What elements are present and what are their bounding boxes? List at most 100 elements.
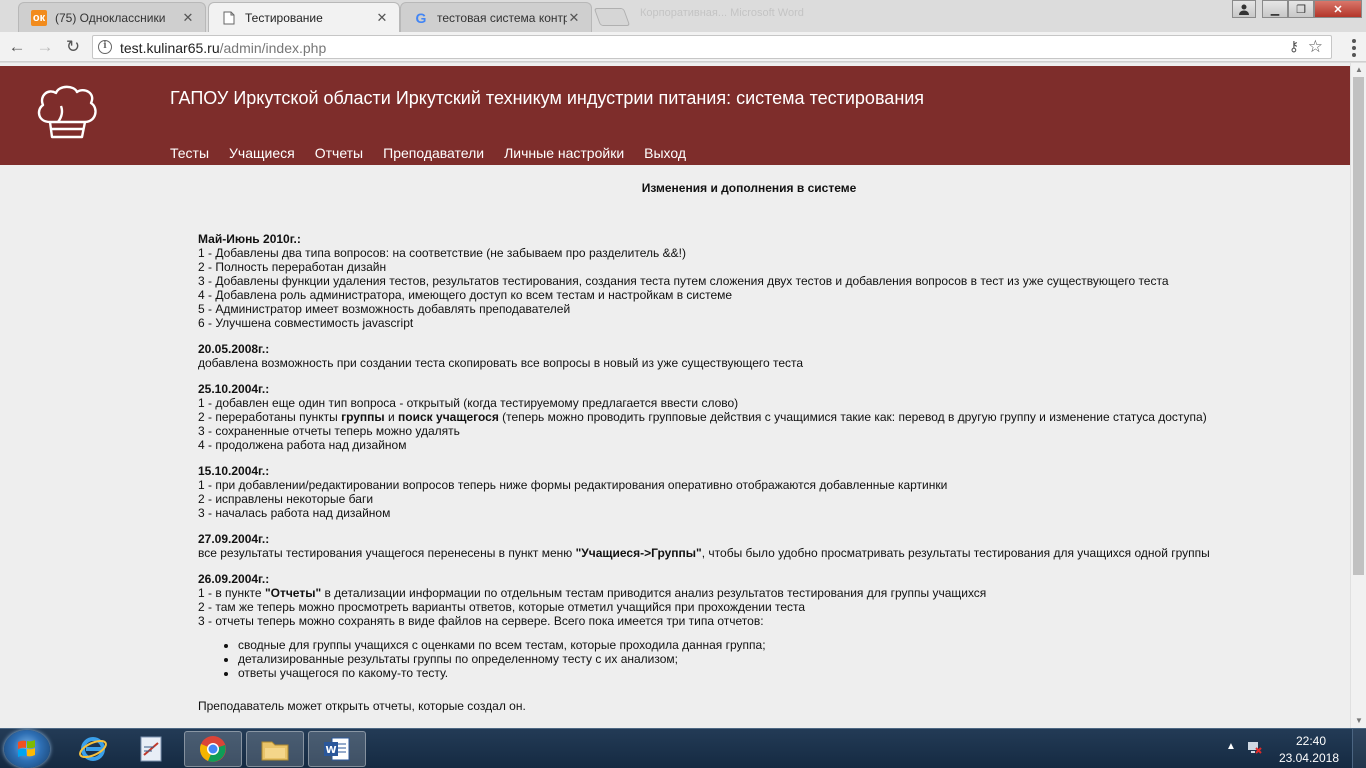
text-fragment: 1 - в пункте — [198, 586, 265, 600]
address-bar[interactable]: i test.kulinar65.ru/admin/index.php ⚷ ☆ — [92, 35, 1332, 59]
close-tab-icon[interactable]: ✕ — [181, 10, 195, 26]
key-icon[interactable]: ⚷ — [1289, 38, 1299, 55]
bookmark-star-icon[interactable]: ☆ — [1308, 37, 1323, 57]
word-icon[interactable]: W — [308, 731, 366, 767]
bold-fragment: "Учащиеся->Группы" — [575, 546, 702, 560]
entry-line: 1 - в пункте "Отчеты" в детализации инфо… — [198, 586, 1328, 600]
text-fragment: (теперь можно проводить групповые действ… — [498, 410, 1207, 424]
url-host: test.kulinar65.ru — [120, 40, 220, 56]
report-types-list: сводные для группы учащихся с оценками п… — [238, 638, 1328, 680]
entry-line: 3 - отчеты теперь можно сохранять в виде… — [198, 614, 764, 628]
odnoklassniki-icon: ок — [31, 9, 47, 26]
tab-title: (75) Одноклассники — [55, 10, 166, 25]
page-icon — [221, 10, 237, 26]
scroll-up-arrow-icon[interactable]: ▲ — [1351, 63, 1366, 77]
entry-line: все результаты тестирования учащегося пе… — [198, 546, 1328, 560]
page-title: Изменения и дополнения в системе — [641, 181, 857, 195]
entry-date: 20.05.2008г.: — [198, 342, 270, 356]
restore-button[interactable]: ❐ — [1288, 0, 1314, 18]
close-tab-icon[interactable]: ✕ — [375, 10, 389, 26]
bold-fragment: поиск учащегося — [398, 410, 499, 424]
nav-tests[interactable]: Тесты — [170, 145, 209, 161]
entry-line: 1 - при добавлении/редактировании вопрос… — [198, 478, 948, 492]
ghost-window-title: Корпоративная... Microsoft Word — [640, 7, 804, 19]
clock-date[interactable]: 23.04.2018 — [1279, 751, 1339, 765]
entry-line: 2 - исправлены некоторые баги — [198, 492, 374, 506]
entry-line: 5 - Администратор имеет возможность доба… — [198, 302, 571, 316]
tray-expand-icon[interactable]: ▲ — [1226, 741, 1236, 752]
changelog-entry: 20.05.2008г.: добавлена возможность при с… — [198, 342, 1328, 370]
browser-toolbar: ← → ↻ i test.kulinar65.ru/admin/index.ph… — [0, 32, 1366, 62]
internet-explorer-icon[interactable] — [64, 731, 122, 767]
entry-line: 4 - продолжена работа над дизайном — [198, 438, 407, 452]
page-scrollbar[interactable]: ▲ ▼ — [1350, 63, 1366, 728]
changelog-entry: 15.10.2004г.: 1 - при добавлении/редактир… — [198, 464, 1328, 520]
file-explorer-icon[interactable] — [246, 731, 304, 767]
entry-line: 2 - Полность переработан дизайн — [198, 260, 387, 274]
google-icon: G — [415, 9, 427, 26]
system-tray: ▲ 22:40 23.04.2018 — [1226, 729, 1366, 768]
text-fragment: и — [384, 410, 399, 424]
entry-line: 2 - переработаны пункты группы и поиск у… — [198, 410, 1328, 424]
list-item: сводные для группы учащихся с оценками п… — [238, 638, 1328, 652]
site-nav: Тесты Учащиеся Отчеты Преподаватели Личн… — [170, 145, 686, 161]
new-tab-button[interactable] — [593, 8, 631, 26]
browser-tab-strip: ок (75) Одноклассники ✕ Тестирование ✕ G… — [0, 0, 1366, 32]
svg-text:W: W — [325, 745, 336, 756]
changelog-entry: 26.09.2004г.: 1 - в пункте "Отчеты" в дет… — [198, 572, 1328, 680]
tab-title: Тестирование — [245, 10, 323, 25]
back-arrow-icon[interactable]: ← — [6, 36, 28, 58]
user-icon[interactable] — [1232, 0, 1256, 18]
entry-date: 26.09.2004г.: — [198, 572, 270, 586]
app-document-icon[interactable] — [122, 731, 180, 767]
nav-personal-settings[interactable]: Личные настройки — [504, 145, 624, 161]
changelog-entry: 25.10.2004г.: 1 - добавлен еще один тип в… — [198, 382, 1328, 452]
clock-time[interactable]: 22:40 — [1296, 734, 1326, 748]
tab-testirovanie[interactable]: Тестирование ✕ — [208, 2, 400, 32]
show-desktop-button[interactable] — [1352, 729, 1366, 768]
scrollbar-thumb[interactable] — [1353, 77, 1364, 575]
entry-line: добавлена возможность при создании теста… — [198, 356, 804, 370]
tab-odnoklassniki[interactable]: ок (75) Одноклассники ✕ — [18, 2, 206, 32]
changelog-entry: 27.09.2004г.: все результаты тестирования… — [198, 532, 1328, 560]
windows-start-button[interactable] — [4, 730, 50, 768]
reload-icon[interactable]: ↻ — [62, 36, 84, 58]
browser-menu-icon[interactable] — [1352, 39, 1356, 57]
entry-line: 1 - Добавлены два типа вопросов: на соот… — [198, 246, 686, 260]
changelog-content: Изменения и дополнения в системе Май-Июн… — [198, 181, 1328, 713]
changelog-entry: Май-Июнь 2010г.: 1 - Добавлены два типа в… — [198, 232, 1328, 330]
site-header: ГАПОУ Иркутской области Иркутский техник… — [0, 66, 1350, 165]
text-fragment: в детализации информации по отдельным те… — [321, 586, 987, 600]
address-url: test.kulinar65.ru/admin/index.php — [120, 40, 326, 56]
entry-line: 3 - Добавлены функции удаления тестов, р… — [198, 274, 1169, 288]
chrome-icon[interactable] — [184, 731, 242, 767]
minimize-button[interactable]: ▁ — [1262, 0, 1288, 18]
text-fragment: все результаты тестирования учащегося пе… — [198, 546, 576, 560]
site-title: ГАПОУ Иркутской области Иркутский техник… — [170, 88, 925, 108]
tab-title: тестовая система контр — [437, 10, 567, 25]
close-tab-icon[interactable]: ✕ — [567, 10, 581, 26]
url-path: /admin/index.php — [219, 40, 327, 56]
list-item: детализированные результаты группы по оп… — [238, 652, 1328, 666]
network-icon[interactable] — [1246, 739, 1262, 760]
entry-line: 2 - там же теперь можно просмотреть вари… — [198, 600, 806, 614]
nav-teachers[interactable]: Преподаватели — [383, 145, 484, 161]
nav-logout[interactable]: Выход — [644, 145, 686, 161]
windows-taskbar: W ▲ 22:40 23.04.2018 — [0, 728, 1366, 768]
entry-date: 25.10.2004г.: — [198, 382, 270, 396]
list-item: ответы учащегося по какому-то тесту. — [238, 666, 1328, 680]
scroll-down-arrow-icon[interactable]: ▼ — [1351, 714, 1366, 728]
entry-line: 6 - Улучшена совместимость javascript — [198, 316, 414, 330]
bold-fragment: "Отчеты" — [264, 586, 322, 600]
page-viewport: ГАПОУ Иркутской области Иркутский техник… — [0, 63, 1350, 728]
close-window-button[interactable]: ✕ — [1314, 0, 1362, 18]
tab-google[interactable]: G тестовая система контр ✕ — [400, 2, 592, 32]
entry-line: 4 - Добавлена роль администратора, имеющ… — [198, 288, 733, 302]
forward-arrow-icon[interactable]: → — [34, 36, 56, 58]
text-fragment: 2 - переработаны пункты — [198, 410, 342, 424]
entry-date: 15.10.2004г.: — [198, 464, 270, 478]
nav-students[interactable]: Учащиеся — [229, 145, 295, 161]
nav-reports[interactable]: Отчеты — [315, 145, 363, 161]
info-icon[interactable]: i — [98, 40, 112, 54]
footer-note: Преподаватель может открыть отчеты, кото… — [198, 699, 526, 713]
